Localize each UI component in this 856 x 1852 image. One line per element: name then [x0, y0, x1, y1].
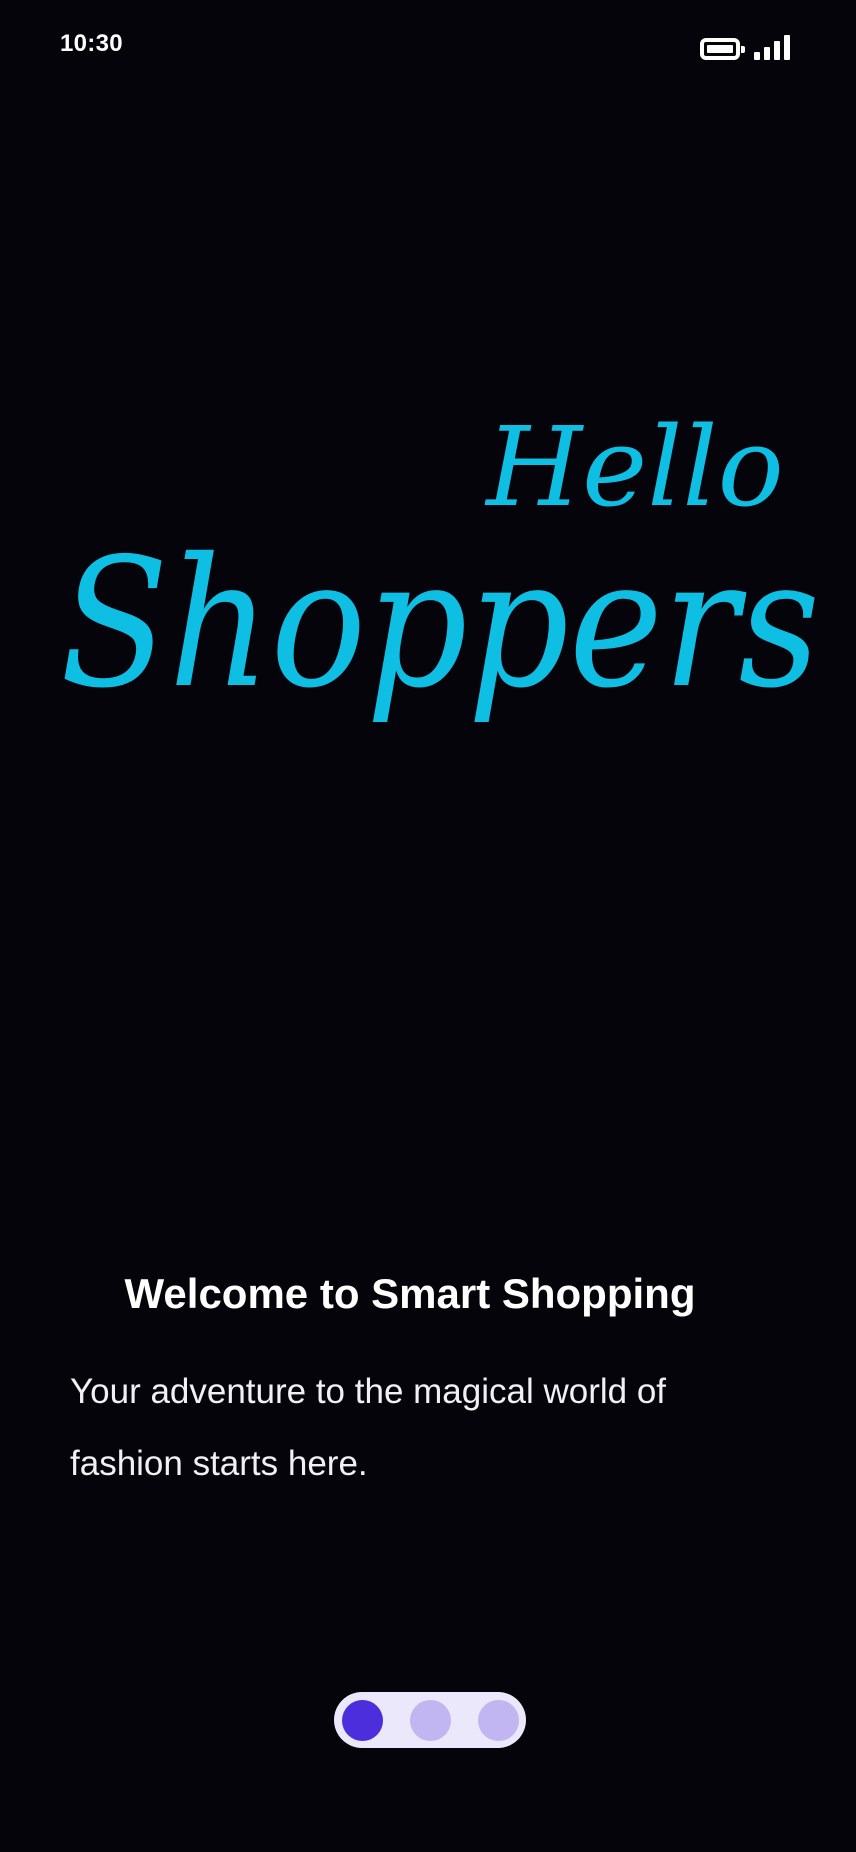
status-time: 10:30	[60, 30, 123, 57]
page-dot-3[interactable]	[477, 1699, 519, 1741]
battery-icon	[700, 38, 745, 60]
logo-line-shoppers: Shoppers	[60, 520, 820, 727]
hello-shoppers-logo: Hello Shoppers	[0, 380, 856, 760]
page-indicator	[334, 1692, 526, 1748]
page-dot-2[interactable]	[409, 1699, 451, 1741]
welcome-description: Your adventure to the magical world of f…	[70, 1372, 667, 1483]
page-dot-1[interactable]	[341, 1699, 383, 1741]
status-icons	[700, 32, 790, 62]
logo-line-hello: Hello	[484, 403, 784, 531]
welcome-title: Welcome to Smart Shopping	[124, 1270, 696, 1317]
signal-icon	[754, 34, 790, 60]
status-bar: 10:30	[0, 0, 856, 96]
